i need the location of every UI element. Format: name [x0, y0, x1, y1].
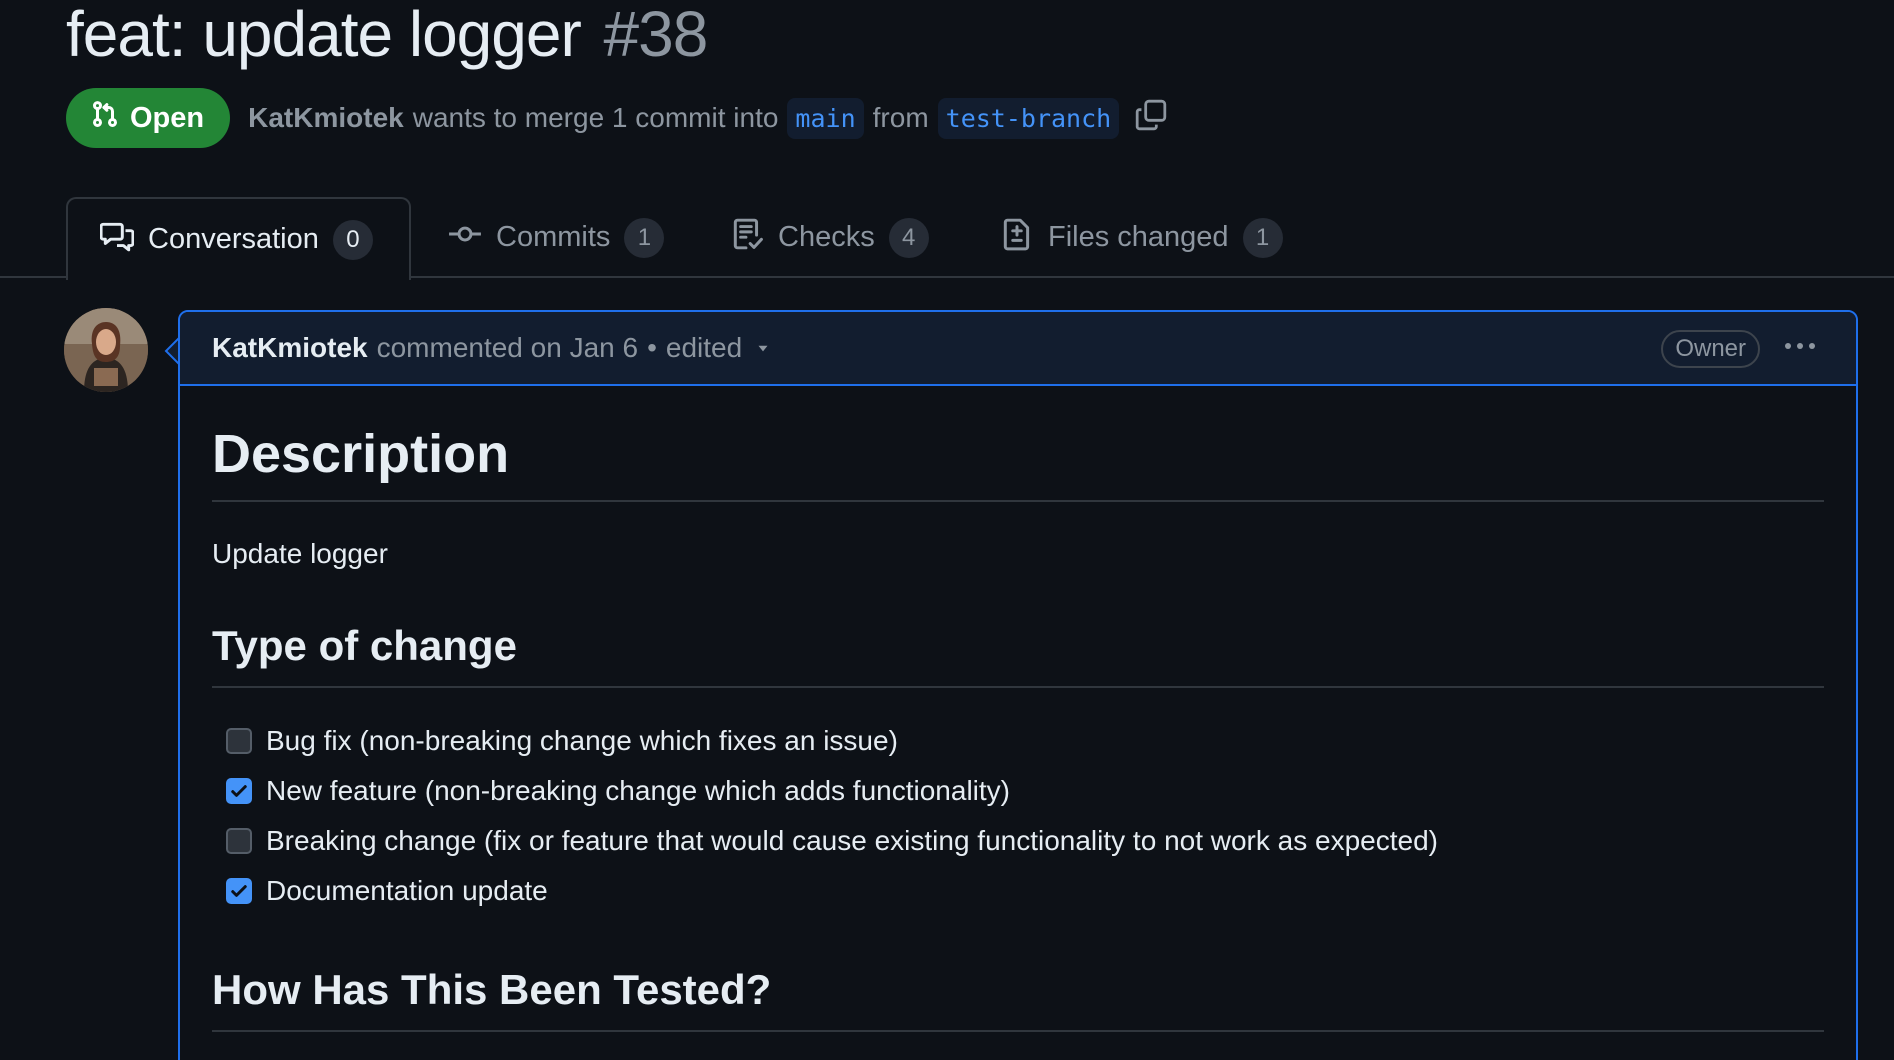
comment-body: Description Update logger Type of change… [180, 386, 1856, 1032]
base-branch[interactable]: main [787, 97, 864, 139]
task-checkbox[interactable] [226, 878, 252, 904]
type-of-change-heading: Type of change [212, 620, 1824, 688]
how-tested-heading: How Has This Been Tested? [212, 964, 1824, 1032]
task-label: Documentation update [266, 875, 548, 906]
file-diff-icon [1000, 217, 1034, 259]
description-heading: Description [212, 386, 1824, 502]
task-list: Bug fix (non-breaking change which fixes… [212, 716, 1824, 916]
comment-options-button[interactable] [1780, 332, 1820, 366]
pr-title-text: feat: update logger [66, 0, 582, 70]
from-text: from [872, 102, 929, 133]
merge-text: wants to merge 1 commit into [412, 102, 779, 133]
avatar-photo [64, 308, 148, 392]
avatar[interactable] [64, 308, 148, 392]
tab-label: Files changed [1048, 221, 1229, 253]
tab-counter: 1 [1242, 217, 1283, 258]
task-list-item: Bug fix (non-breaking change which fixes… [226, 716, 1824, 766]
task-checkbox[interactable] [226, 828, 252, 854]
tab-counter: 0 [332, 219, 373, 260]
task-list-item: New feature (non-breaking change which a… [226, 766, 1824, 816]
pull-request-page: feat: update logger #38 Open KatKmiotek … [0, 0, 1894, 1060]
tab-counter: 4 [888, 217, 929, 258]
pr-meta-row: Open KatKmiotek wants to merge 1 commit … [66, 88, 1168, 148]
comment-header: KatKmiotek commented on Jan 6 • edited O… [180, 312, 1856, 386]
git-commit-icon [448, 217, 482, 259]
tab-label: Checks [778, 221, 875, 253]
kebab-horizontal-icon [1780, 341, 1820, 372]
copy-icon [1134, 98, 1168, 139]
task-label: Breaking change (fix or feature that wou… [266, 825, 1438, 856]
tab-commits[interactable]: Commits 1 [448, 197, 665, 278]
tab-counter: 1 [624, 217, 665, 258]
tab-conversation[interactable]: Conversation 0 [66, 197, 411, 280]
description-text: Update logger [212, 538, 388, 569]
triangle-down-icon [754, 332, 772, 364]
comment-discussion-icon [99, 219, 135, 261]
tab-checks[interactable]: Checks 4 [730, 197, 929, 278]
head-branch[interactable]: test-branch [937, 97, 1120, 139]
edit-history-dropdown[interactable] [754, 332, 772, 364]
copy-branch-button[interactable] [1134, 98, 1168, 139]
edited-label[interactable]: edited [666, 332, 742, 364]
state-label: Open [130, 101, 205, 134]
task-checkbox[interactable] [226, 728, 252, 754]
task-label: Bug fix (non-breaking change which fixes… [266, 725, 898, 756]
tab-files-changed[interactable]: Files changed 1 [1000, 197, 1283, 278]
task-list-item: Breaking change (fix or feature that wou… [226, 816, 1824, 866]
owner-badge: Owner [1661, 330, 1760, 368]
comment-author-link[interactable]: KatKmiotek [212, 332, 368, 364]
check-icon [231, 885, 247, 897]
task-label: New feature (non-breaking change which a… [266, 775, 1010, 806]
pr-author-link[interactable]: KatKmiotek [248, 102, 404, 134]
comment-box: KatKmiotek commented on Jan 6 • edited O… [178, 310, 1858, 1060]
separator-dot: • [647, 332, 657, 363]
pr-tabs: Conversation 0 Commits 1 Checks 4 Files … [0, 197, 1894, 280]
tab-label: Commits [496, 221, 611, 253]
task-list-item: Documentation update [226, 866, 1824, 916]
check-icon [231, 785, 247, 797]
pr-number: #38 [603, 0, 709, 70]
tab-label: Conversation [148, 223, 319, 255]
git-pull-request-icon [90, 99, 120, 137]
task-checkbox[interactable] [226, 778, 252, 804]
comment-timestamp[interactable]: commented on Jan 6 [377, 332, 639, 364]
page-title: feat: update logger #38 [66, 0, 709, 70]
state-badge: Open [66, 88, 231, 148]
checklist-icon [730, 217, 764, 259]
